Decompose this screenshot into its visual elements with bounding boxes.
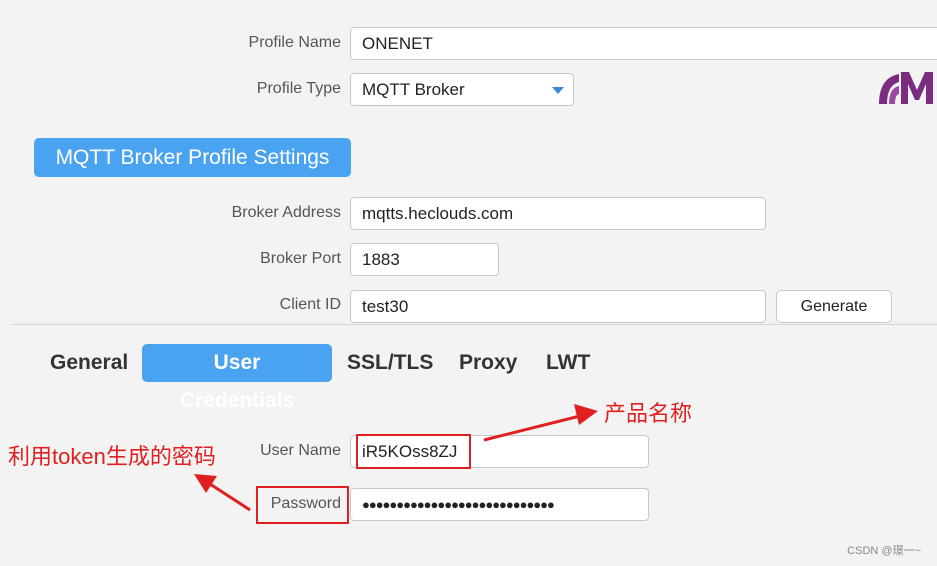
watermark-text: CSDN @璟一~ [847, 545, 921, 557]
annotation-product-name: 产品名称 [604, 401, 693, 426]
annotation-arrows [194, 404, 598, 512]
annotation-token-password: 利用token生成的密码 [8, 444, 216, 469]
arrow-to-product-name [483, 404, 598, 442]
arrow-to-token-text [194, 474, 251, 512]
